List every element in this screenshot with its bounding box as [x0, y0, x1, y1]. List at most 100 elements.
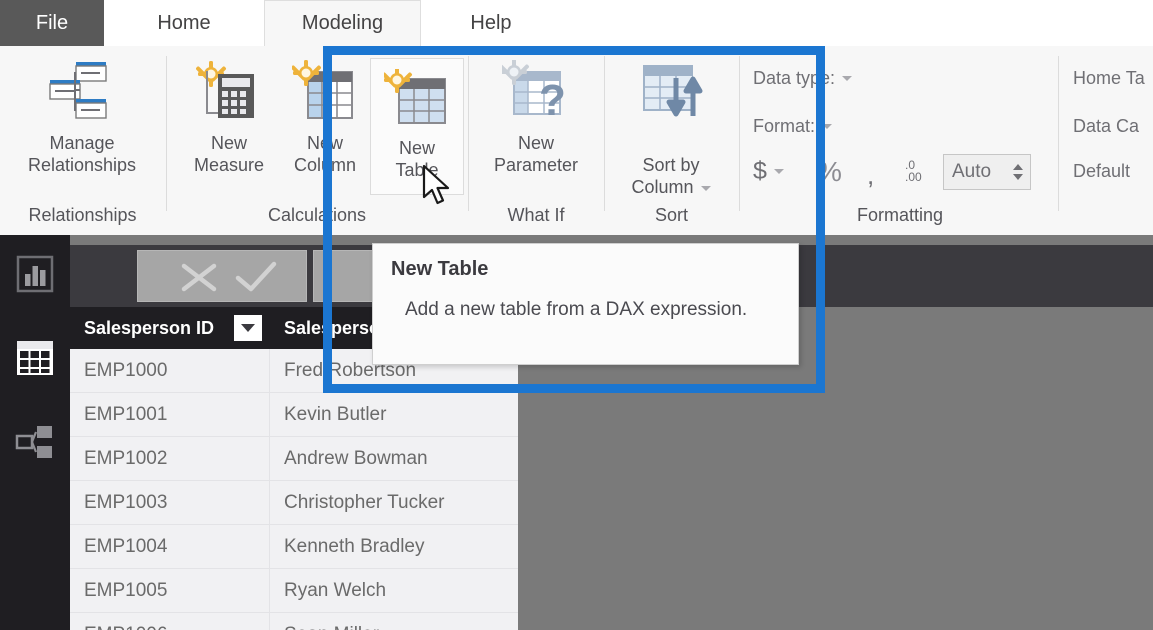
data-view-icon [15, 339, 55, 382]
chevron-down-icon[interactable] [700, 185, 711, 191]
cell-salesperson_name[interactable]: Andrew Bowman [270, 437, 518, 480]
new-table-button[interactable]: New Table [370, 58, 464, 195]
ribbon-group-properties: Home Ta Data Ca Default [1059, 46, 1153, 235]
tab-file-label: File [35, 11, 69, 34]
report-view-icon [16, 255, 54, 298]
decimal-places-button[interactable]: .0 .00 [905, 159, 922, 183]
cell-salesperson_name[interactable]: Christopher Tucker [270, 481, 518, 524]
ribbon-group-whatif: ? New Parameter What If [469, 46, 603, 235]
currency-symbol: $ [753, 157, 767, 185]
default-label: Default [1073, 161, 1131, 181]
format-chevron-down-icon[interactable] [822, 124, 833, 129]
ribbon-tab-bar: File Home Modeling Help [0, 0, 1153, 47]
view-switcher-rail [0, 235, 70, 630]
sort-by-column-label: Sort by Column [631, 132, 711, 198]
data-type-label: Data type: [753, 68, 836, 88]
decimals-symbol: .00 [905, 170, 922, 184]
new-parameter-icon: ? [498, 59, 570, 127]
tab-bar-filler [561, 0, 1153, 46]
stepper-arrows[interactable] [1013, 164, 1023, 180]
stepper-down-icon[interactable] [1013, 174, 1023, 180]
tab-modeling-label: Modeling [301, 12, 384, 34]
column-header-salesperson-id[interactable]: Salesperson ID [70, 307, 270, 349]
tab-home-label: Home [157, 11, 211, 34]
new-measure-label: New Measure [193, 133, 265, 175]
cell-salesperson_name[interactable]: Kevin Butler [270, 393, 518, 436]
auto-value: Auto [952, 161, 992, 182]
sort-by-column-button[interactable]: Sort by Column [617, 60, 725, 198]
ribbon-group-formatting-title: Formatting [856, 205, 944, 225]
cell-salesperson_id[interactable]: EMP1002 [70, 437, 270, 480]
table-row[interactable]: EMP1005 Ryan Welch [70, 569, 518, 613]
tooltip-title: New Table [391, 258, 489, 280]
table-row[interactable]: EMP1003 Christopher Tucker [70, 481, 518, 525]
new-measure-button[interactable]: New Measure [181, 60, 277, 176]
ribbon-group-relationships: Manage Relationships Relationships [0, 46, 165, 235]
sidebar-item-model-view[interactable] [14, 423, 56, 465]
new-column-button[interactable]: New Column [277, 60, 373, 176]
home-table-label: Home Ta [1073, 68, 1145, 88]
default-summarization-control[interactable]: Default [1073, 161, 1130, 182]
tooltip-body: Add a new table from a DAX expression. [405, 299, 748, 320]
cell-salesperson_id[interactable]: EMP1004 [70, 525, 270, 568]
tab-home[interactable]: Home [104, 0, 264, 46]
model-view-icon [15, 423, 55, 466]
ribbon-group-relationships-title: Relationships [28, 205, 137, 225]
table-row[interactable]: EMP1006Sean Miller [70, 613, 518, 630]
data-grid-body: EMP1000 Fred Robertson EMP1001 Kevin Butler… [70, 349, 518, 630]
manage-relationships-icon [48, 60, 116, 127]
cell-salesperson_id[interactable]: EMP1001 [70, 393, 270, 436]
cell-salesperson_name[interactable]: Kenneth Bradley [270, 525, 518, 568]
ribbon-group-calculations-title: Calculations [267, 205, 367, 225]
table-row[interactable]: EMP1002 Andrew Bowman [70, 437, 518, 481]
ribbon-group-calculations: New Measure New Column New Table Calcula… [167, 46, 467, 235]
decimal-auto-stepper[interactable]: Auto [943, 154, 1031, 190]
new-table-label: New Table [395, 138, 439, 180]
cell-salesperson_id[interactable]: EMP1005 [70, 569, 270, 612]
ribbon-group-sort: Sort by Column Sort [605, 46, 738, 235]
tab-help[interactable]: Help [421, 0, 561, 46]
ribbon-group-sort-title: Sort [654, 205, 688, 225]
data-type-chevron-down-icon[interactable] [842, 76, 853, 81]
sort-by-column-icon [636, 60, 706, 127]
tab-modeling[interactable]: Modeling [264, 0, 421, 46]
stepper-up-icon[interactable] [1013, 164, 1023, 170]
format-control[interactable]: Format: [753, 116, 833, 137]
data-category-label: Data Ca [1073, 116, 1140, 136]
new-parameter-label: New Parameter [493, 133, 579, 175]
cell-salesperson_name[interactable]: Sean Miller [270, 613, 518, 630]
cell-salesperson_name[interactable]: Ryan Welch [270, 569, 518, 612]
table-row[interactable]: EMP1001 Kevin Butler [70, 393, 518, 437]
sidebar-item-report-view[interactable] [14, 255, 56, 297]
ribbon-group-formatting: Data type: Format: $ % , .0 .00 Auto For… [740, 46, 1057, 235]
new-column-label: New Column [293, 133, 357, 175]
column-filter-icon[interactable] [234, 315, 262, 341]
currency-button[interactable]: $ [753, 157, 784, 186]
thousands-symbol: , [867, 160, 875, 190]
manage-relationships-label: Manage Relationships [27, 133, 137, 175]
tab-help-label: Help [470, 11, 512, 34]
tab-file[interactable]: File [0, 0, 104, 46]
home-table-control[interactable]: Home Ta [1073, 68, 1145, 89]
sort-by-column-text: Sort by Column [631, 155, 700, 197]
svg-text:?: ? [539, 76, 566, 122]
data-type-control[interactable]: Data type: [753, 68, 853, 89]
formula-action-buttons[interactable] [137, 250, 307, 302]
percent-button[interactable]: % [817, 156, 842, 188]
format-label: Format: [753, 116, 816, 136]
percent-symbol: % [817, 156, 842, 187]
cell-salesperson_id[interactable]: EMP1006 [70, 613, 270, 630]
sidebar-item-data-view[interactable] [14, 339, 56, 381]
cell-salesperson_id[interactable]: EMP1000 [70, 349, 270, 392]
thousands-separator-button[interactable]: , [867, 160, 874, 191]
ribbon-group-whatif-title: What If [507, 205, 565, 225]
table-row[interactable]: EMP1004 Kenneth Bradley [70, 525, 518, 569]
manage-relationships-button[interactable]: Manage Relationships [6, 60, 158, 176]
data-category-control[interactable]: Data Ca [1073, 116, 1139, 137]
cell-salesperson_id[interactable]: EMP1003 [70, 481, 270, 524]
new-measure-icon [195, 60, 262, 127]
new-parameter-button[interactable]: ? New Parameter [483, 59, 589, 176]
new-table-icon [381, 67, 450, 132]
currency-chevron-down-icon[interactable] [773, 169, 784, 174]
power-bi-window: File Home Modeling Help Manage Relations… [0, 0, 1153, 630]
